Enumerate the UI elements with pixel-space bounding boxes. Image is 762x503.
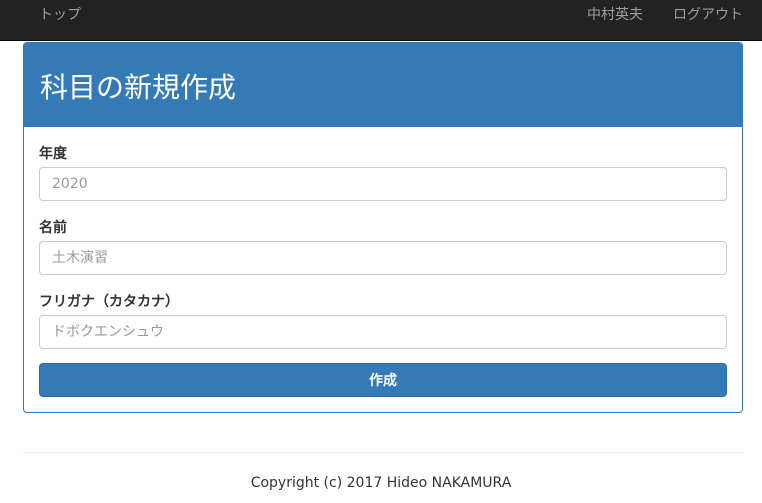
top-navbar: トップ 中村英夫 ログアウト xyxy=(0,0,762,41)
footer-divider xyxy=(23,452,743,453)
furigana-input[interactable] xyxy=(39,315,727,349)
page-title: 科目の新規作成 xyxy=(40,71,237,104)
furigana-label: フリガナ（カタカナ） xyxy=(39,294,179,310)
nav-home-link[interactable]: トップ xyxy=(39,0,81,41)
nav-user-name-link[interactable]: 中村英夫 xyxy=(587,0,643,41)
name-input[interactable] xyxy=(39,241,727,275)
create-subject-panel: 科目の新規作成 年度 名前 フリガナ（カタカナ） 作成 xyxy=(23,42,743,413)
name-label: 名前 xyxy=(39,220,67,236)
year-input[interactable] xyxy=(39,167,727,201)
footer-copyright: Copyright (c) 2017 Hideo NAKAMURA xyxy=(250,475,512,491)
panel-heading: 科目の新規作成 xyxy=(24,43,742,127)
nav-logout-link[interactable]: ログアウト xyxy=(673,0,743,41)
create-button[interactable]: 作成 xyxy=(39,363,727,397)
year-label: 年度 xyxy=(39,146,67,162)
